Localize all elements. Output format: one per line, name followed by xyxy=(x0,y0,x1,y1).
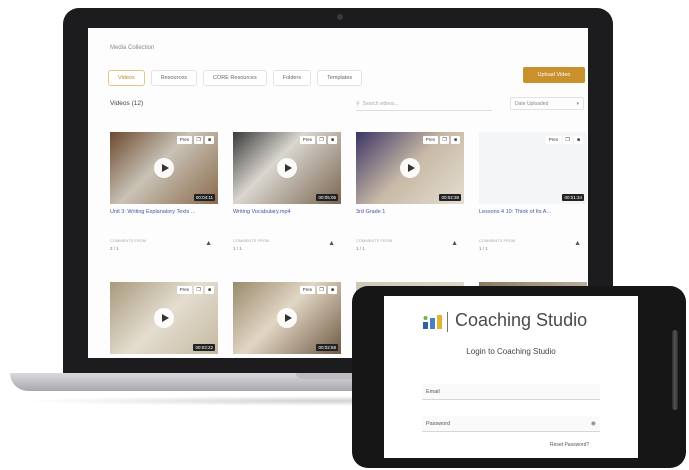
video-card[interactable]: Pres ❐ ■ 00:05:06 Writing Vocabulary.mp4… xyxy=(233,132,341,251)
play-icon[interactable] xyxy=(154,158,174,178)
download-icon[interactable]: ▲ xyxy=(451,240,458,247)
password-field[interactable]: Password ◉ xyxy=(422,416,600,432)
trash-icon[interactable]: ■ xyxy=(451,136,460,144)
meta-value: 1 / 1 xyxy=(233,246,242,251)
video-duration: 00:03:22 xyxy=(193,344,215,351)
meta-label: COMMENTS FROM xyxy=(479,238,516,243)
trash-icon[interactable]: ■ xyxy=(328,136,337,144)
sort-select[interactable]: Date Uploaded ▾ xyxy=(510,97,584,110)
video-tag: Pres xyxy=(176,286,192,294)
brand-name: Coaching Studio xyxy=(455,310,588,330)
tab-folders[interactable]: Folders xyxy=(272,70,312,86)
upload-video-button[interactable]: Upload Video xyxy=(523,67,585,83)
camera xyxy=(337,14,343,20)
tab-resources[interactable]: Resources xyxy=(150,70,198,86)
video-duration: 00:02:58 xyxy=(316,344,338,351)
video-thumbnail[interactable]: Pres ❐ ■ 00:01:34 xyxy=(479,132,587,204)
video-title[interactable]: 3rd Grade 1 xyxy=(356,209,464,215)
play-icon[interactable] xyxy=(400,158,420,178)
copy-icon[interactable]: ❐ xyxy=(317,286,326,294)
video-card[interactable]: Pres ❐ ■ 00:01:34 Lessons 4 10: Think of… xyxy=(479,132,587,251)
sort-label: Date Uploaded xyxy=(515,100,549,107)
copy-icon[interactable]: ❐ xyxy=(317,136,326,144)
chevron-down-icon: ▾ xyxy=(576,100,579,107)
video-thumbnail[interactable]: Pres ❐ ■ 00:02:38 xyxy=(356,132,464,204)
copy-icon[interactable]: ❐ xyxy=(194,136,203,144)
meta-value: 1 / 1 xyxy=(356,246,365,251)
logo-divider xyxy=(447,312,448,332)
trash-icon[interactable]: ■ xyxy=(205,286,214,294)
reset-password-link[interactable]: Reset Password? xyxy=(550,442,589,448)
trash-icon[interactable]: ■ xyxy=(574,136,583,144)
meta-label: COMMENTS FROM xyxy=(356,238,393,243)
video-tag: Pres xyxy=(299,136,315,144)
search-icon: ⚲ xyxy=(356,100,360,107)
download-icon[interactable]: ▲ xyxy=(574,240,581,247)
email-field[interactable]: Email xyxy=(422,384,600,400)
search-placeholder: Search videos... xyxy=(362,100,399,107)
video-thumbnail[interactable]: Pres ❐ ■ 00:02:58 xyxy=(233,282,341,354)
meta-value: 2 / 1 xyxy=(110,246,119,251)
video-thumbnail[interactable]: Pres ❐ ■ 00:03:22 xyxy=(110,282,218,354)
meta-label: COMMENTS FROM xyxy=(110,238,147,243)
video-thumbnail[interactable]: Pres ❐ ■ 00:04:11 xyxy=(110,132,218,204)
trash-icon[interactable]: ■ xyxy=(328,286,337,294)
video-card[interactable]: Pres ❐ ■ 00:02:58 xyxy=(233,282,341,354)
download-icon[interactable]: ▲ xyxy=(328,240,335,247)
video-duration: 00:01:34 xyxy=(562,194,584,201)
tab-templates[interactable]: Templates xyxy=(317,70,363,86)
login-title: Login to Coaching Studio xyxy=(466,347,556,356)
play-icon[interactable] xyxy=(154,308,174,328)
play-icon[interactable] xyxy=(277,158,297,178)
download-icon[interactable]: ▲ xyxy=(205,240,212,247)
meta-label: COMMENTS FROM xyxy=(233,238,270,243)
tab-core-resources[interactable]: CORE Resources xyxy=(203,70,267,86)
video-card[interactable]: Pres ❐ ■ 00:03:22 xyxy=(110,282,218,354)
phone-side-button xyxy=(672,330,678,410)
copy-icon[interactable]: ❐ xyxy=(194,286,203,294)
play-icon[interactable] xyxy=(277,308,297,328)
video-duration: 00:02:38 xyxy=(439,194,461,201)
video-title[interactable]: Writing Vocabulary.mp4 xyxy=(233,209,341,215)
breadcrumb: Media Collection xyxy=(110,45,155,51)
video-tag: Pres xyxy=(422,136,438,144)
video-thumbnail[interactable]: Pres ❐ ■ 00:05:06 xyxy=(233,132,341,204)
phone-screen: Coaching Studio Login to Coaching Studio… xyxy=(384,296,638,458)
eye-icon[interactable]: ◉ xyxy=(591,420,596,427)
video-duration: 00:04:11 xyxy=(193,194,215,201)
email-placeholder: Email xyxy=(426,388,440,395)
video-card[interactable]: Pres ❐ ■ 00:04:11 Unit 3: Writing Explan… xyxy=(110,132,218,251)
copy-icon[interactable]: ❐ xyxy=(563,136,572,144)
meta-value: 1 / 1 xyxy=(479,246,488,251)
video-duration: 00:05:06 xyxy=(316,194,338,201)
password-placeholder: Password xyxy=(426,420,451,427)
coaching-studio-logo-icon xyxy=(423,315,442,329)
copy-icon[interactable]: ❐ xyxy=(440,136,449,144)
video-tag: Pres xyxy=(545,136,561,144)
video-title[interactable]: Lessons 4 10: Think of Its A... xyxy=(479,209,587,215)
video-tag: Pres xyxy=(299,286,315,294)
trash-icon[interactable]: ■ xyxy=(205,136,214,144)
search-input[interactable]: ⚲ Search videos... xyxy=(356,97,492,111)
tab-videos[interactable]: Videos xyxy=(108,70,145,86)
video-tag: Pres xyxy=(176,136,192,144)
video-title[interactable]: Unit 3: Writing Explanatory Texts ... xyxy=(110,209,218,215)
video-card[interactable]: Pres ❐ ■ 00:02:38 3rd Grade 1 COMMENTS F… xyxy=(356,132,464,251)
tab-bar: Videos Resources CORE Resources Folders … xyxy=(108,70,363,86)
video-count: Videos (12) xyxy=(110,100,144,107)
